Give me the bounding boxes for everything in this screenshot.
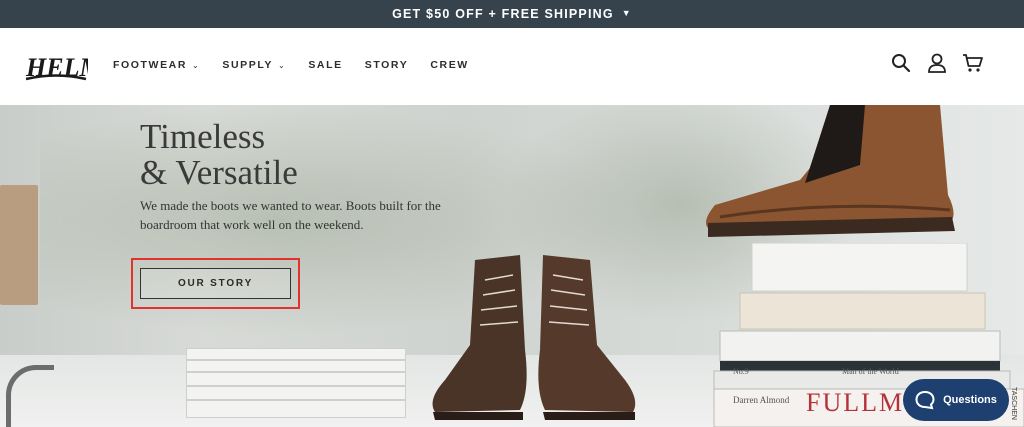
helm-logo[interactable]: HELM xyxy=(24,46,103,86)
chevron-down-icon[interactable]: ⌄ xyxy=(278,61,286,70)
our-story-button[interactable]: OUR STORY xyxy=(140,268,291,299)
chevron-down-icon[interactable]: ▼ xyxy=(622,8,632,18)
chevron-down-icon[interactable]: ⌄ xyxy=(192,61,200,70)
announcement-text[interactable]: GET $50 OFF + FREE SHIPPING xyxy=(392,7,614,21)
nav-item-story[interactable]: STORY xyxy=(365,59,409,71)
nav-label[interactable]: STORY xyxy=(365,59,409,71)
chair-image xyxy=(0,155,60,427)
search-icon[interactable] xyxy=(890,52,912,74)
chat-label[interactable]: Questions xyxy=(943,394,997,406)
hero-title: Timeless & Versatile xyxy=(140,117,298,192)
book-spine-publisher: TASCHEN xyxy=(1010,387,1017,420)
book-spine-text: Man of the World xyxy=(842,367,899,376)
cart-icon[interactable] xyxy=(962,52,984,74)
site-header: HELM FOOTWEAR ⌄ SUPPLY ⌄ SALE STORY CREW xyxy=(0,28,1024,105)
nav-item-crew[interactable]: CREW xyxy=(430,59,468,71)
nav-label[interactable]: SUPPLY xyxy=(222,59,273,71)
header-icons xyxy=(890,52,984,74)
magazine-stack-image xyxy=(186,348,406,420)
nav-item-supply[interactable]: SUPPLY ⌄ xyxy=(222,59,286,71)
hero-description: We made the boots we wanted to wear. Boo… xyxy=(140,198,441,232)
single-boot-image xyxy=(700,105,965,240)
account-icon[interactable] xyxy=(926,52,948,74)
nav-label[interactable]: CREW xyxy=(430,59,468,71)
hero-banner: No.9 Man of the World Darren Almond FULL… xyxy=(0,105,1024,427)
chat-bubble-icon[interactable] xyxy=(915,390,935,410)
nav-item-footwear[interactable]: FOOTWEAR ⌄ xyxy=(113,59,200,71)
boots-pair-image xyxy=(425,240,645,425)
questions-chat-button[interactable]: Questions xyxy=(903,379,1009,421)
nav-label[interactable]: SALE xyxy=(308,59,342,71)
main-nav: FOOTWEAR ⌄ SUPPLY ⌄ SALE STORY CREW xyxy=(113,59,491,71)
book-spine-text: No.9 xyxy=(733,367,749,376)
book-spine-text: Darren Almond xyxy=(733,395,790,405)
nav-label[interactable]: FOOTWEAR xyxy=(113,59,187,71)
announcement-bar[interactable]: GET $50 OFF + FREE SHIPPING ▼ xyxy=(0,0,1024,28)
nav-item-sale[interactable]: SALE xyxy=(308,59,342,71)
